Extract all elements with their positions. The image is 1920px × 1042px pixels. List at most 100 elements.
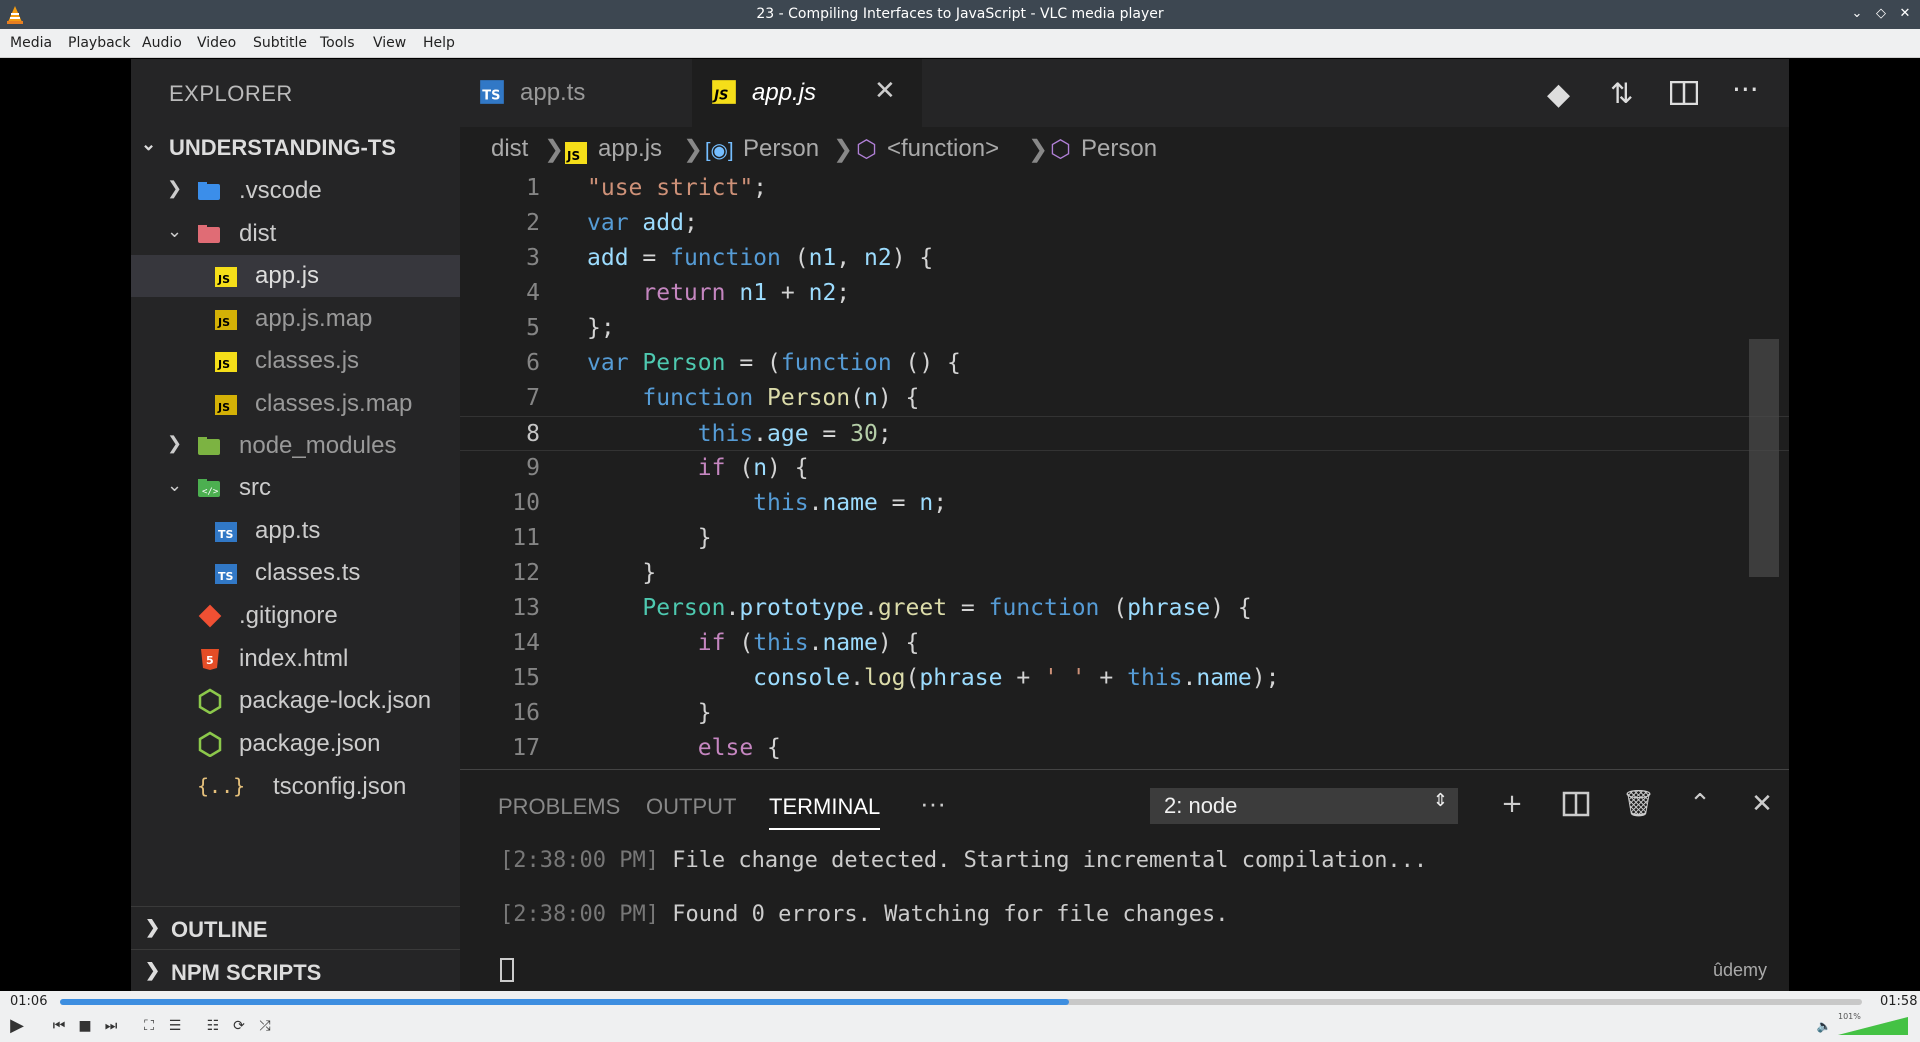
tree-item-label: classes.js.map	[255, 390, 413, 417]
tab-problems[interactable]: PROBLEMS	[498, 794, 620, 820]
source-control-icon[interactable]: ⇅	[1610, 77, 1633, 110]
menu-audio[interactable]: Audio	[142, 35, 182, 51]
src-folder-icon: </>	[198, 479, 220, 497]
play-button[interactable]: ▶	[6, 1015, 28, 1037]
breadcrumb-symbol-function[interactable]: <function>	[887, 135, 999, 163]
player-controls: 01:06 01:58 ▶ ⏮ ■ ⏭ ⛶ ☰ ☷ ⟳ ⤮ 🔈 101%	[0, 991, 1920, 1042]
trash-icon[interactable]: 🗑	[1622, 788, 1655, 820]
explorer-header: EXPLORER	[169, 81, 293, 106]
chevron-right-icon: ❯	[145, 960, 161, 980]
chevron-right-icon: ❯	[167, 433, 183, 453]
js-map-file-icon: JS	[215, 395, 237, 415]
tab-output[interactable]: OUTPUT	[646, 794, 736, 820]
tree-item-app-ts: TS app.ts	[131, 510, 460, 552]
tab-app-ts[interactable]: TS app.ts	[460, 59, 690, 127]
loop-button[interactable]: ⟳	[228, 1015, 250, 1037]
terminal-message: Found 0 errors. Watching for file change…	[658, 902, 1229, 927]
line-number: 11	[512, 525, 540, 551]
terminal-select[interactable]: 2: node ⇕	[1150, 788, 1458, 824]
shuffle-button[interactable]: ⤮	[254, 1015, 276, 1037]
code-editor[interactable]: 1 "use strict"; 2 var add; 3 add = function…	[460, 171, 1789, 769]
stop-button[interactable]: ■	[74, 1015, 96, 1037]
minimize-button[interactable]: ⌄	[1848, 5, 1866, 23]
tree-item-dist: ⌄ dist	[131, 213, 460, 255]
line-number: 17	[512, 735, 540, 761]
tree-item-label: index.html	[239, 645, 349, 672]
previous-button[interactable]: ⏮	[48, 1015, 70, 1037]
terminal-cursor	[500, 958, 514, 982]
code-line: 17 else {	[460, 731, 1789, 766]
tab-app-js[interactable]: JS app.js ✕	[692, 59, 922, 127]
code-line: 5};	[460, 311, 1789, 346]
menu-tools[interactable]: Tools	[320, 35, 355, 51]
git-compare-icon[interactable]: ◆	[1547, 77, 1570, 112]
close-icon[interactable]: ✕	[874, 75, 896, 106]
tree-item-label: classes.ts	[255, 559, 361, 586]
menu-help[interactable]: Help	[423, 35, 455, 51]
tree-item-label: .vscode	[239, 177, 322, 204]
next-button[interactable]: ⏭	[100, 1015, 122, 1037]
speaker-icon[interactable]: 🔈	[1813, 1015, 1835, 1037]
tree-item-classes-js: JS classes.js	[131, 340, 460, 382]
outline-label: OUTLINE	[171, 917, 268, 942]
svg-text:JS: JS	[217, 358, 230, 371]
split-terminal-icon[interactable]	[1560, 788, 1592, 820]
ts-file-icon: TS	[215, 522, 237, 542]
chevron-down-icon: ⌄	[141, 134, 157, 154]
breadcrumb-file[interactable]: app.js	[598, 135, 662, 163]
menu-subtitle[interactable]: Subtitle	[253, 35, 307, 51]
plus-icon[interactable]: +	[1496, 788, 1528, 820]
menu-media[interactable]: Media	[10, 35, 52, 51]
tab-label: app.ts	[520, 79, 586, 106]
code-line: 16 }	[460, 696, 1789, 731]
editor-scrollbar[interactable]	[1749, 339, 1779, 577]
volume-slider[interactable]: 101%	[1836, 1012, 1910, 1037]
seek-bar[interactable]	[60, 999, 1862, 1005]
close-button[interactable]: ✕	[1896, 5, 1914, 23]
breadcrumb-symbol-person[interactable]: Person	[743, 135, 819, 163]
terminal-timestamp: [2:38:00 PM]	[500, 902, 659, 927]
chevron-right-icon: ❯	[683, 136, 704, 163]
editor-tabs: TS app.ts JS app.js ✕ ◆ ⇅ ···	[460, 59, 1789, 127]
video-area[interactable]: EXPLORER ⌄ UNDERSTANDING-TS ❯ .vscode ⌄ …	[0, 59, 1920, 991]
breadcrumb-symbol-person-2[interactable]: Person	[1081, 135, 1157, 163]
code-line: 6 var Person = (function () {	[460, 346, 1789, 381]
close-icon[interactable]: ✕	[1746, 788, 1778, 820]
menu-view[interactable]: View	[373, 35, 406, 51]
menu-video[interactable]: Video	[197, 35, 236, 51]
tree-item-src: ⌄ </> src	[131, 467, 460, 509]
svg-text:</>: </>	[202, 487, 219, 497]
breadcrumb-dist[interactable]: dist	[491, 135, 528, 163]
line-number: 4	[526, 280, 540, 306]
tab-label: app.js	[752, 79, 817, 106]
udemy-watermark: ûdemy	[1712, 960, 1767, 980]
terminal-message: File change detected. Starting increment…	[658, 848, 1428, 873]
more-tabs-icon[interactable]: ···	[920, 788, 946, 819]
svg-text:JS: JS	[566, 149, 580, 163]
chevron-up-icon[interactable]: ⌃	[1684, 788, 1716, 820]
playlist-button[interactable]: ☷	[202, 1015, 224, 1037]
editor-area: TS app.ts JS app.js ✕ ◆ ⇅ ··· dist ❯ JS …	[460, 59, 1789, 991]
line-number: 8	[526, 421, 540, 447]
menu-playback[interactable]: Playback	[68, 35, 130, 51]
line-number: 16	[512, 700, 540, 726]
chevron-down-icon: ⌄	[167, 475, 183, 495]
split-editor-icon[interactable]	[1670, 81, 1698, 105]
svg-text:TS: TS	[218, 570, 234, 583]
total-time: 01:58	[1880, 994, 1918, 1009]
extended-settings-button[interactable]: ☰	[164, 1015, 186, 1037]
tree-item-package-lock-json: package-lock.json	[131, 680, 460, 722]
maximize-button[interactable]: ◇	[1872, 5, 1890, 23]
npm-scripts-label: NPM SCRIPTS	[171, 960, 322, 985]
window-titlebar: 23 - Compiling Interfaces to JavaScript …	[0, 0, 1920, 29]
tab-terminal[interactable]: TERMINAL	[769, 794, 881, 830]
tree-item-node-modules: ❯ node_modules	[131, 425, 460, 467]
outline-section[interactable]: ❯ OUTLINE	[131, 906, 460, 948]
line-number: 10	[512, 490, 540, 516]
npm-scripts-section[interactable]: ❯ NPM SCRIPTS	[131, 949, 460, 991]
chevron-right-icon: ❯	[544, 136, 565, 163]
more-actions-icon[interactable]: ···	[1732, 73, 1759, 106]
ts-file-icon: TS	[480, 80, 504, 104]
tree-item-classes-ts: TS classes.ts	[131, 552, 460, 594]
fullscreen-button[interactable]: ⛶	[138, 1015, 160, 1037]
